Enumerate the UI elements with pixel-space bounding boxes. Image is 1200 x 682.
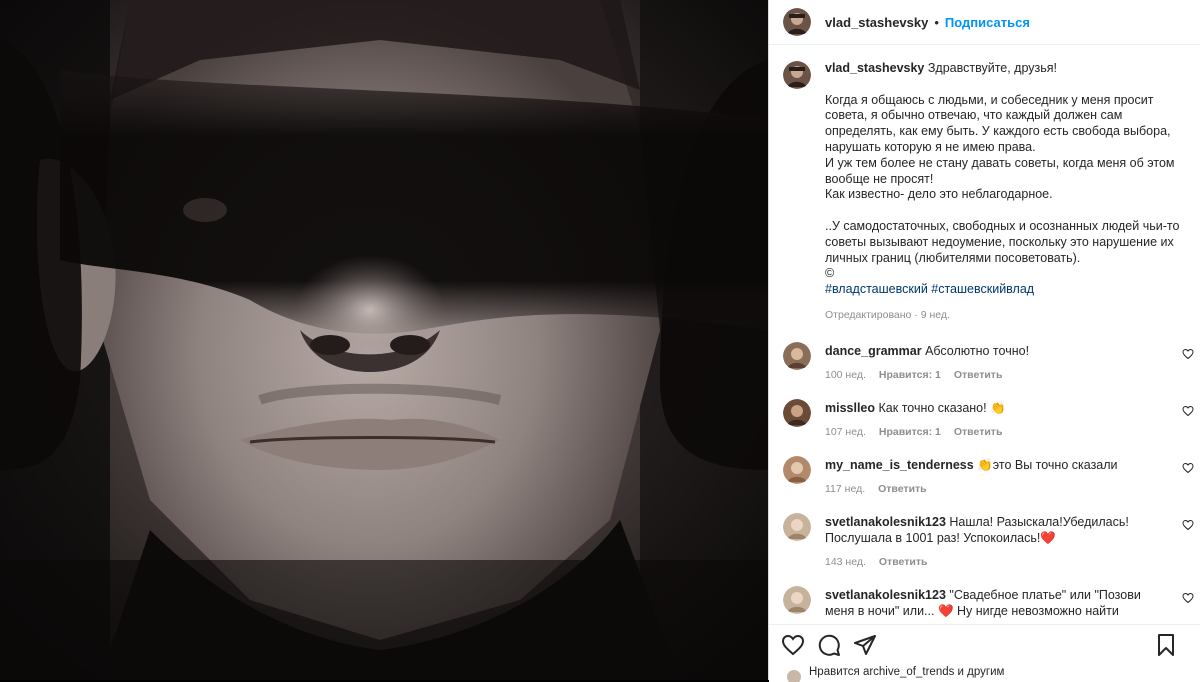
comment-time: 107 нед. [825,425,866,438]
post-caption: vlad_stashevsky Здравствуйте, друзья! Ко… [769,45,1200,324]
comment-heart-icon[interactable] [1182,519,1194,531]
reply-button[interactable]: Ответить [954,367,1003,383]
comment-heart-icon[interactable] [1182,462,1194,474]
caption-username[interactable]: vlad_stashevsky [825,61,924,75]
reply-button[interactable]: Ответить [954,424,1003,440]
caption-hashtags[interactable]: #владсташевский #сташевскийвлад [825,282,1185,298]
share-icon[interactable] [853,633,877,657]
header-separator: • [934,14,939,30]
reply-button[interactable]: Ответить [878,481,927,497]
instagram-post-view: vlad_stashevsky • Подписаться vlad_stash… [0,0,1200,682]
bookmark-icon[interactable] [1154,633,1178,657]
comment-item: svetlanakolesnik123 Нашла! Разыскала!Убе… [769,512,1200,570]
comment-heart-icon[interactable] [1182,405,1194,417]
caption-edited-time: Отредактировано · 9 нед. [825,308,950,321]
caption-greeting: Здравствуйте, друзья! [927,61,1058,75]
likes-text: Нравится archive_of_trends и другим [809,666,1005,678]
comment-heart-icon[interactable] [1182,348,1194,360]
comment-likes[interactable]: Нравится: 1 [879,367,941,383]
comment-time: 100 нед. [825,368,866,381]
caption-paragraph-1: Когда я общаюсь с людьми, и собеседник у… [825,92,1171,154]
comment-username[interactable]: my_name_is_tenderness [825,458,974,472]
comment-heart-icon[interactable] [1182,592,1194,604]
comment-avatar[interactable] [783,585,811,614]
caption-paragraph-2: И уж тем более не стану давать советы, к… [825,155,1175,186]
follow-button[interactable]: Подписаться [945,15,1030,30]
comment-time: 117 нед. [825,482,866,495]
caption-text: vlad_stashevsky Здравствуйте, друзья! Ко… [825,61,1185,324]
comment-item: my_name_is_tenderness 👏это Вы точно сказ… [769,455,1200,497]
comment-username[interactable]: svetlanakolesnik123 [825,515,946,529]
comment-text: 👏это Вы точно сказали [977,457,1118,472]
comment-text: Абсолютно точно! [925,343,1030,358]
post-photo[interactable] [0,0,768,680]
author-avatar[interactable] [783,8,811,36]
comment-item: dance_grammar Абсолютно точно! 100 нед. Н… [769,341,1200,383]
comment-username[interactable]: svetlanakolesnik123 [825,588,946,602]
comment-item: svetlanakolesnik123 "Свадебное платье" и… [769,585,1200,624]
comment-username[interactable]: dance_grammar [825,344,922,358]
caption-paragraph-4: ..У самодостаточных, свободных и осознан… [825,218,1180,265]
comment-time: 143 нед. [825,555,866,568]
comment-text: Как точно сказано! 👏 [878,400,1006,415]
comment-username[interactable]: misslleo [825,401,875,415]
heart-icon[interactable] [781,633,805,657]
comment-likes[interactable]: Нравится: 1 [879,424,941,440]
liker-avatar [787,670,801,682]
post-side-panel: vlad_stashevsky • Подписаться vlad_stash… [768,0,1200,682]
comment-icon[interactable] [817,633,841,657]
comment-avatar[interactable] [783,512,811,541]
caption-copyright: © [825,266,835,281]
comment-item: misslleo Как точно сказано! 👏 107 нед. Нр… [769,398,1200,440]
comments-scroll-area[interactable]: vlad_stashevsky Здравствуйте, друзья! Ко… [769,45,1200,624]
reply-button[interactable]: Ответить [879,554,928,570]
comment-avatar[interactable] [783,341,811,370]
post-header: vlad_stashevsky • Подписаться [769,0,1200,45]
comment-avatar[interactable] [783,398,811,427]
likes-summary[interactable]: Нравится archive_of_trends и другим [769,664,1200,682]
author-username[interactable]: vlad_stashevsky [825,15,928,30]
caption-paragraph-3: Как известно- дело это неблагодарное. [825,187,1053,202]
comment-avatar[interactable] [783,455,811,484]
portrait-image [0,0,768,680]
post-actions-bar [769,624,1200,665]
caption-avatar[interactable] [783,61,811,89]
